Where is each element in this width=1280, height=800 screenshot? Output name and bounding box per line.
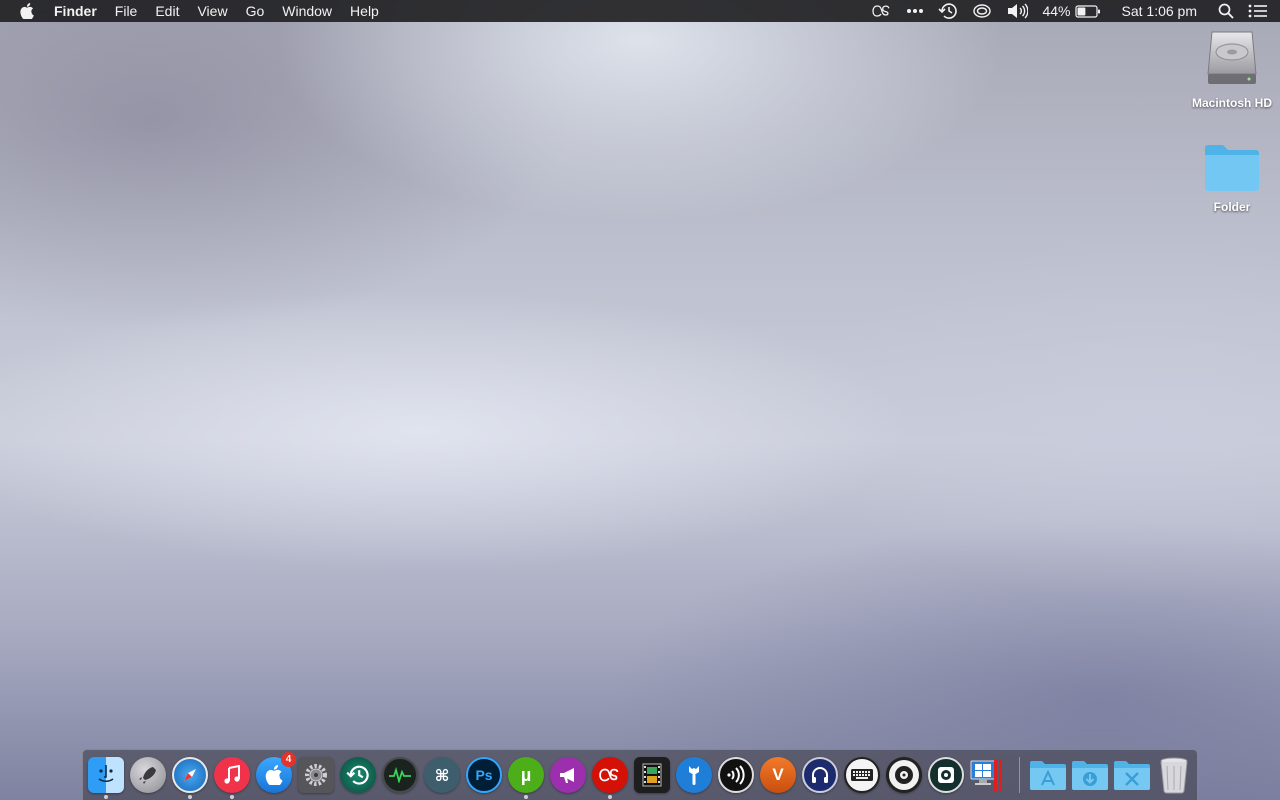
trash-icon xyxy=(1160,757,1188,794)
dock-item-video-editor[interactable] xyxy=(633,756,671,794)
clock-text: Sat 1:06 pm xyxy=(1121,3,1198,19)
music-note-icon xyxy=(214,757,250,793)
gear-icon xyxy=(298,757,334,793)
more-dots-icon[interactable] xyxy=(899,0,931,22)
dock-item-camera-app[interactable] xyxy=(927,756,965,794)
utilities-folder-icon xyxy=(1114,761,1150,790)
dock-item-parallels[interactable] xyxy=(969,756,1007,794)
clock-arrow-icon xyxy=(340,757,376,793)
menu-help[interactable]: Help xyxy=(341,0,388,22)
notification-badge: 4 xyxy=(281,752,296,767)
camera-icon xyxy=(928,757,964,793)
folder-icon xyxy=(1205,145,1259,191)
wrench-icon xyxy=(676,757,712,793)
menu-bar: Finder File Edit View Go Window Help 44% xyxy=(0,0,1280,22)
app-menu[interactable]: Finder xyxy=(54,0,106,22)
compass-icon xyxy=(172,757,208,793)
lastfm-icon xyxy=(592,757,628,793)
desktop-icon-label: Folder xyxy=(1213,200,1251,214)
dock-item-keyboard-shortcuts[interactable]: ⌘ xyxy=(423,756,461,794)
desktop-icon-label: Macintosh HD xyxy=(1191,96,1272,110)
dock-item-system-preferences[interactable] xyxy=(297,756,335,794)
airplay-status-icon[interactable] xyxy=(965,0,999,22)
running-indicator xyxy=(524,795,528,799)
running-indicator xyxy=(104,795,108,799)
battery-percent: 44% xyxy=(1042,3,1071,19)
rocket-icon xyxy=(130,757,166,793)
battery-icon xyxy=(1074,4,1100,18)
hard-drive-icon xyxy=(1207,31,1257,84)
dock-item-nfc-app[interactable] xyxy=(717,756,755,794)
headphones-icon xyxy=(802,757,838,793)
running-indicator xyxy=(230,795,234,799)
running-indicator xyxy=(188,795,192,799)
disc-icon xyxy=(886,757,922,793)
windows-monitor-icon xyxy=(970,757,1006,793)
dock-item-headphones-app[interactable] xyxy=(801,756,839,794)
dock-item-disc-app[interactable] xyxy=(885,756,923,794)
downloads-folder-icon xyxy=(1072,761,1108,790)
volume-icon[interactable] xyxy=(999,0,1035,22)
menu-go[interactable]: Go xyxy=(237,0,274,22)
finder-icon xyxy=(88,757,124,793)
dock-separator xyxy=(1019,757,1020,793)
megaphone-icon xyxy=(550,757,586,793)
running-indicator xyxy=(608,795,612,799)
vivaldi-icon: V xyxy=(760,757,796,793)
dock-item-utility-app[interactable] xyxy=(675,756,713,794)
dock-item-megaphone-app[interactable] xyxy=(549,756,587,794)
clock[interactable]: Sat 1:06 pm xyxy=(1108,0,1212,22)
dock: 4 ⌘ Ps µ V xyxy=(82,749,1198,800)
desktop-icon-macintosh-hd[interactable]: Macintosh HD xyxy=(1187,28,1277,111)
desktop-icon-folder[interactable]: Folder xyxy=(1187,142,1277,215)
dock-item-lastfm[interactable] xyxy=(591,756,629,799)
menu-window[interactable]: Window xyxy=(273,0,341,22)
utorrent-icon: µ xyxy=(508,757,544,793)
dock-item-downloads-stack[interactable] xyxy=(1071,756,1109,794)
film-strip-icon xyxy=(634,757,670,793)
dock-item-safari[interactable] xyxy=(171,756,209,799)
dock-item-applications-stack[interactable] xyxy=(1029,756,1067,794)
dock-item-app-store[interactable]: 4 xyxy=(255,752,296,794)
menu-file[interactable]: File xyxy=(106,0,147,22)
dock-item-utilities-stack[interactable] xyxy=(1113,756,1151,794)
dock-item-music[interactable] xyxy=(213,756,251,799)
dock-item-vivaldi[interactable]: V xyxy=(759,756,797,794)
dock-item-utorrent[interactable]: µ xyxy=(507,756,545,799)
dock-item-activity-monitor[interactable] xyxy=(381,756,419,794)
menu-view[interactable]: View xyxy=(188,0,236,22)
dock-item-photoshop[interactable]: Ps xyxy=(465,756,503,794)
signal-waves-icon xyxy=(718,757,754,793)
notification-center-icon[interactable] xyxy=(1241,0,1280,22)
keyboard-icon xyxy=(844,757,880,793)
dock-item-finder[interactable] xyxy=(87,756,125,799)
command-key-icon: ⌘ xyxy=(424,757,460,793)
dock-item-trash[interactable] xyxy=(1155,756,1193,794)
dock-item-keyboard-app[interactable] xyxy=(843,756,881,794)
lastfm-status-icon[interactable] xyxy=(865,0,899,22)
apple-menu-icon[interactable] xyxy=(0,0,54,22)
battery-status[interactable]: 44% xyxy=(1035,0,1107,22)
activity-wave-icon xyxy=(382,757,418,793)
spotlight-search-icon[interactable] xyxy=(1211,0,1241,22)
photoshop-icon: Ps xyxy=(466,757,502,793)
menu-edit[interactable]: Edit xyxy=(146,0,188,22)
dock-item-launchpad[interactable] xyxy=(129,756,167,794)
applications-folder-icon xyxy=(1030,761,1066,790)
dock-item-time-machine[interactable] xyxy=(339,756,377,794)
time-machine-status-icon[interactable] xyxy=(931,0,965,22)
